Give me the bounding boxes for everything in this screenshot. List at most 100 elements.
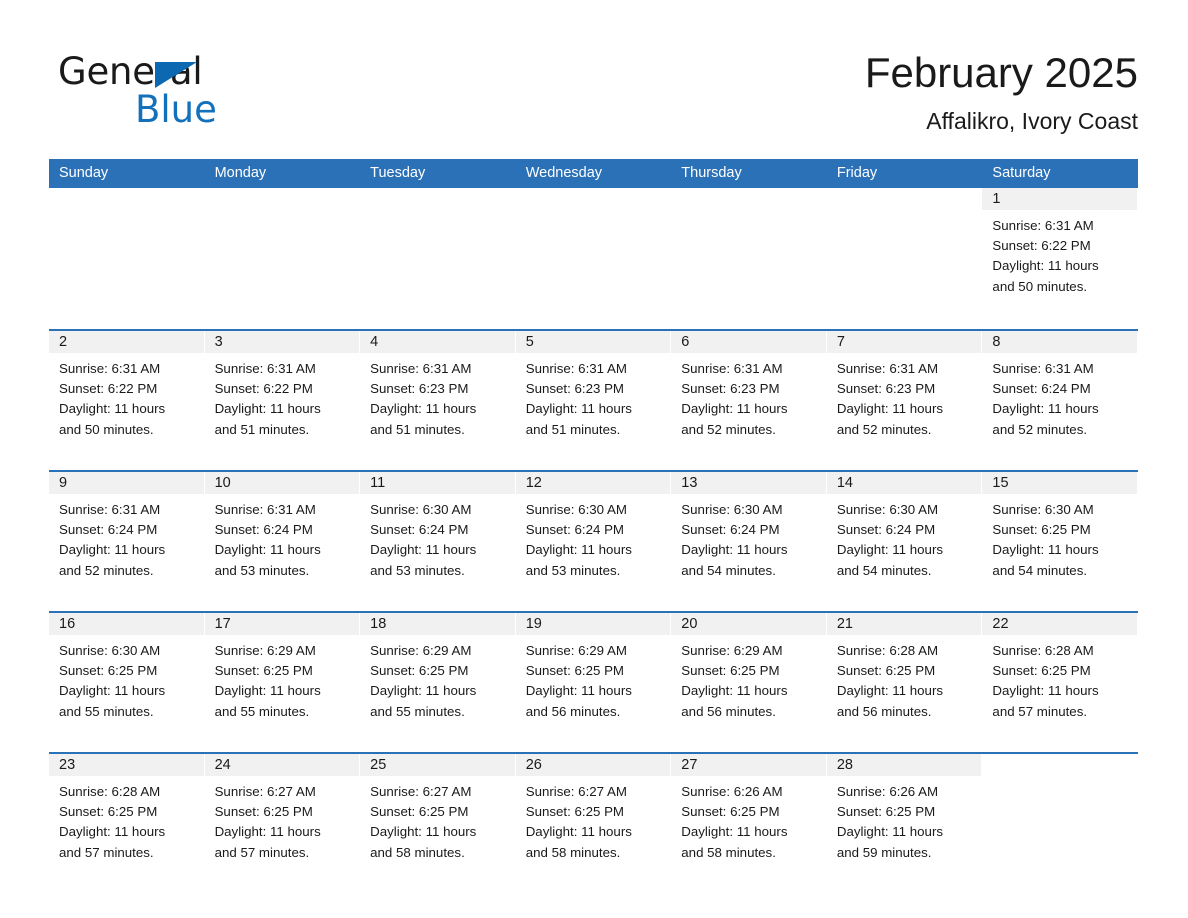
sunrise-text: Sunrise: 6:30 AM	[370, 502, 472, 517]
daylight-text: Daylight: 11 hours	[836, 683, 944, 699]
sunset-text: Sunset: 6:24 PM	[836, 522, 936, 538]
calendar-day-cell[interactable]: 20 Sunrise: 6:29 AM Sunset: 6:25 PM Dayligh…	[671, 613, 827, 746]
weekday-header-friday: Friday	[836, 165, 878, 181]
day-number-band: 8	[982, 331, 1137, 353]
calendar-day-cell[interactable]: 17 Sunrise: 6:29 AM Sunset: 6:25 PM Dayligh…	[204, 613, 361, 746]
day-number-band	[49, 188, 204, 210]
daylight-text-cont: and 55 minutes.	[214, 703, 310, 719]
calendar-day-cell[interactable]: 8 Sunrise: 6:31 AM Sunset: 6:24 PM Daylight…	[982, 331, 1138, 464]
sunset-text: Sunset: 6:24 PM	[681, 522, 780, 538]
day-details: Sunrise: 6:29 AM Sunset: 6:25 PM Daylight:…	[671, 635, 826, 722]
daylight-text-cont: and 57 minutes.	[992, 703, 1088, 719]
sunrise-text: Sunrise: 6:29 AM	[525, 643, 627, 658]
day-details: Sunrise: 6:30 AM Sunset: 6:25 PM Daylight:…	[49, 635, 204, 722]
logo-text-blue: Blue	[135, 88, 217, 131]
daylight-text-cont: and 53 minutes.	[370, 562, 465, 578]
day-number: 23	[59, 757, 76, 773]
calendar-day-cell[interactable]: 21 Sunrise: 6:28 AM Sunset: 6:25 PM Dayligh…	[826, 613, 983, 746]
calendar-day-cell[interactable]: 7 Sunrise: 6:31 AM Sunset: 6:23 PM Daylight…	[826, 331, 983, 464]
day-details: Sunrise: 6:30 AM Sunset: 6:24 PM Daylight:…	[516, 494, 671, 581]
day-number: 4	[370, 334, 379, 350]
page-title: February 2025	[864, 49, 1138, 96]
calendar-day-cell[interactable]: 14 Sunrise: 6:30 AM Sunset: 6:24 PM Dayligh…	[826, 472, 983, 605]
calendar-day-cell[interactable]: 19 Sunrise: 6:29 AM Sunset: 6:25 PM Dayligh…	[515, 613, 672, 746]
calendar-day-cell[interactable]: 9 Sunrise: 6:31 AM Sunset: 6:24 PM Daylight…	[49, 472, 205, 605]
daylight-text-cont: and 56 minutes.	[836, 703, 932, 719]
day-number-band: 17	[204, 613, 360, 635]
calendar-day-cell[interactable]: 27 Sunrise: 6:26 AM Sunset: 6:25 PM Dayligh…	[671, 754, 827, 887]
day-number: 24	[214, 757, 231, 773]
day-number-band: 16	[49, 613, 204, 635]
day-number: 13	[681, 475, 698, 491]
daylight-text: Daylight: 11 hours	[59, 824, 166, 840]
calendar-day-cell[interactable]: 1 Sunrise: 6:31 AM Sunset: 6:22 PM Daylight…	[982, 188, 1138, 323]
calendar-day-cell[interactable]: 4 Sunrise: 6:31 AM Sunset: 6:23 PM Daylight…	[360, 331, 516, 464]
day-number-band: 1	[982, 188, 1137, 210]
calendar-day-cell[interactable]: 13 Sunrise: 6:30 AM Sunset: 6:24 PM Dayligh…	[671, 472, 827, 605]
calendar-day-cell[interactable]: 28 Sunrise: 6:26 AM Sunset: 6:25 PM Dayligh…	[826, 754, 983, 887]
day-number-band: 14	[826, 472, 982, 494]
day-number: 21	[836, 616, 853, 632]
day-details: Sunrise: 6:27 AM Sunset: 6:25 PM Daylight:…	[360, 776, 515, 863]
day-number-band: 25	[360, 754, 515, 776]
calendar-empty-cell	[982, 754, 1138, 887]
calendar-day-cell[interactable]: 5 Sunrise: 6:31 AM Sunset: 6:23 PM Daylight…	[515, 331, 672, 464]
sunset-text: Sunset: 6:25 PM	[525, 804, 625, 820]
day-number: 10	[214, 475, 231, 491]
calendar-day-cell[interactable]: 6 Sunrise: 6:31 AM Sunset: 6:23 PM Daylight…	[671, 331, 827, 464]
daylight-text-cont: and 55 minutes.	[59, 703, 154, 719]
day-number: 25	[370, 757, 387, 773]
calendar-day-cell[interactable]: 3 Sunrise: 6:31 AM Sunset: 6:22 PM Daylight…	[204, 331, 361, 464]
calendar-day-cell[interactable]: 10 Sunrise: 6:31 AM Sunset: 6:24 PM Dayligh…	[204, 472, 361, 605]
day-number: 6	[681, 334, 690, 350]
day-details: Sunrise: 6:30 AM Sunset: 6:24 PM Daylight:…	[671, 494, 826, 581]
day-number-band: 3	[204, 331, 360, 353]
sunset-text: Sunset: 6:25 PM	[681, 804, 780, 820]
calendar-day-cell[interactable]: 25 Sunrise: 6:27 AM Sunset: 6:25 PM Dayligh…	[360, 754, 516, 887]
daylight-text: Daylight: 11 hours	[59, 542, 166, 558]
calendar-day-cell[interactable]: 22 Sunrise: 6:28 AM Sunset: 6:25 PM Dayligh…	[982, 613, 1138, 746]
calendar-day-cell[interactable]: 15 Sunrise: 6:30 AM Sunset: 6:25 PM Dayligh…	[982, 472, 1138, 605]
weekday-header-monday: Monday	[214, 165, 267, 181]
calendar-day-cell[interactable]: 26 Sunrise: 6:27 AM Sunset: 6:25 PM Dayligh…	[515, 754, 672, 887]
daylight-text: Daylight: 11 hours	[836, 401, 944, 417]
daylight-text: Daylight: 11 hours	[525, 824, 632, 840]
sunrise-text: Sunrise: 6:27 AM	[214, 784, 316, 799]
calendar-day-cell[interactable]: 11 Sunrise: 6:30 AM Sunset: 6:24 PM Dayligh…	[360, 472, 516, 605]
calendar-day-cell[interactable]: 2 Sunrise: 6:31 AM Sunset: 6:22 PM Daylight…	[49, 331, 205, 464]
calendar-page: General Blue February 2025 Affalikro, Iv…	[0, 0, 1188, 918]
day-number-band: 5	[515, 331, 671, 353]
calendar-empty-cell	[49, 188, 205, 323]
day-details: Sunrise: 6:27 AM Sunset: 6:25 PM Daylight:…	[516, 776, 671, 863]
day-number: 11	[370, 475, 386, 491]
calendar-day-cell[interactable]: 18 Sunrise: 6:29 AM Sunset: 6:25 PM Dayligh…	[360, 613, 516, 746]
sunrise-text: Sunrise: 6:31 AM	[992, 361, 1094, 376]
daylight-text: Daylight: 11 hours	[214, 824, 321, 840]
daylight-text-cont: and 51 minutes.	[525, 421, 621, 437]
weekday-header-row: Sunday Monday Tuesday Wednesday Thursday Frid…	[49, 159, 1138, 188]
sunset-text: Sunset: 6:24 PM	[370, 522, 469, 538]
daylight-text-cont: and 51 minutes.	[214, 421, 310, 437]
day-number: 14	[836, 475, 853, 491]
day-number-band	[671, 188, 826, 210]
calendar-day-cell[interactable]: 23 Sunrise: 6:28 AM Sunset: 6:25 PM Dayligh…	[49, 754, 205, 887]
day-number-band: 6	[671, 331, 826, 353]
sunrise-text: Sunrise: 6:30 AM	[525, 502, 627, 517]
general-blue-logo[interactable]: General Blue	[58, 52, 378, 134]
daylight-text-cont: and 51 minutes.	[370, 421, 465, 437]
calendar-day-cell[interactable]: 16 Sunrise: 6:30 AM Sunset: 6:25 PM Dayligh…	[49, 613, 205, 746]
calendar-day-cell[interactable]: 12 Sunrise: 6:30 AM Sunset: 6:24 PM Dayligh…	[515, 472, 672, 605]
sunset-text: Sunset: 6:25 PM	[59, 663, 158, 679]
day-number-band: 18	[360, 613, 515, 635]
calendar-day-cell[interactable]: 24 Sunrise: 6:27 AM Sunset: 6:25 PM Dayligh…	[204, 754, 361, 887]
sunrise-text: Sunrise: 6:27 AM	[525, 784, 627, 799]
sunset-text: Sunset: 6:24 PM	[992, 381, 1091, 397]
sunset-text: Sunset: 6:23 PM	[681, 381, 780, 397]
day-number-band: 28	[826, 754, 982, 776]
sunrise-text: Sunrise: 6:29 AM	[370, 643, 472, 658]
sunset-text: Sunset: 6:25 PM	[214, 804, 313, 820]
day-details: Sunrise: 6:28 AM Sunset: 6:25 PM Daylight:…	[827, 635, 982, 722]
day-number-band: 2	[49, 331, 204, 353]
day-details: Sunrise: 6:31 AM Sunset: 6:23 PM Daylight:…	[827, 353, 982, 440]
day-details: Sunrise: 6:27 AM Sunset: 6:25 PM Daylight:…	[205, 776, 360, 863]
